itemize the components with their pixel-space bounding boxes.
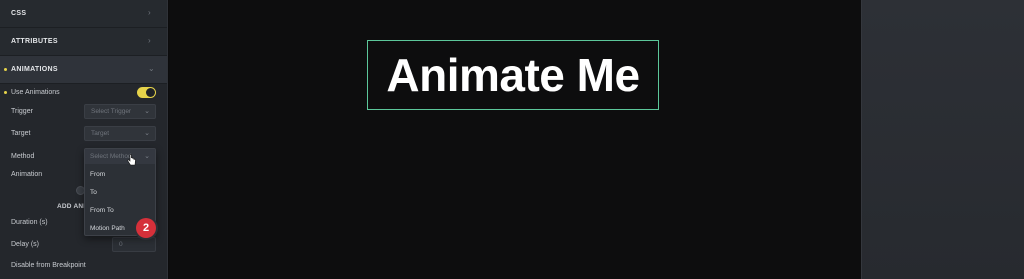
hand-cursor-icon: [127, 154, 136, 166]
selected-element-frame[interactable]: Animate Me: [367, 40, 659, 110]
method-option-motion-path[interactable]: Motion Path: [90, 225, 125, 232]
modified-dot-icon: [4, 68, 7, 71]
section-label: CSS: [11, 10, 27, 17]
section-animations[interactable]: ANIMATIONS ⌄: [0, 56, 167, 84]
disable-breakpoint-label: Disable from Breakpoint: [11, 262, 86, 269]
target-select[interactable]: Target ⌄: [84, 126, 156, 141]
trigger-select-value: Select Trigger: [91, 108, 132, 115]
trigger-label: Trigger: [11, 108, 33, 115]
modified-dot-icon: [4, 91, 7, 94]
trigger-select[interactable]: Select Trigger ⌄: [84, 104, 156, 119]
canvas-heading[interactable]: Animate Me: [368, 41, 658, 109]
target-select-value: Target: [91, 130, 110, 137]
chevron-down-icon: ⌄: [144, 130, 150, 137]
section-css[interactable]: CSS ›: [0, 0, 167, 28]
method-label: Method: [11, 153, 35, 160]
step-badge: 2: [136, 218, 156, 238]
right-panel: [861, 0, 1024, 279]
use-animations-toggle[interactable]: [137, 87, 156, 98]
section-attributes[interactable]: ATTRIBUTES ›: [0, 28, 167, 56]
chevron-down-icon: ⌄: [144, 108, 150, 115]
duration-label: Duration (s): [11, 219, 48, 226]
chevron-down-icon: ⌄: [144, 153, 150, 160]
method-option-to[interactable]: To: [90, 189, 97, 196]
add-animation-button[interactable]: ADD ANI: [57, 203, 85, 210]
method-option-from-to[interactable]: From To: [90, 207, 114, 214]
properties-sidebar: CSS › ATTRIBUTES › ANIMATIONS ⌄ Use Anim…: [0, 0, 168, 279]
target-label: Target: [11, 130, 31, 137]
section-label: ATTRIBUTES: [11, 38, 58, 45]
delay-input[interactable]: 0: [112, 237, 156, 252]
toggle-knob: [146, 88, 155, 97]
method-option-from[interactable]: From: [90, 171, 105, 178]
use-animations-label: Use Animations: [11, 89, 60, 96]
delay-label: Delay (s): [11, 241, 40, 248]
section-label: ANIMATIONS: [11, 66, 58, 73]
chevron-down-icon: ⌄: [148, 64, 155, 73]
chevron-right-icon: ›: [148, 36, 151, 45]
chevron-right-icon: ›: [148, 8, 151, 17]
animation-label: Animation: [11, 171, 43, 178]
design-canvas[interactable]: Animate Me: [169, 0, 861, 279]
